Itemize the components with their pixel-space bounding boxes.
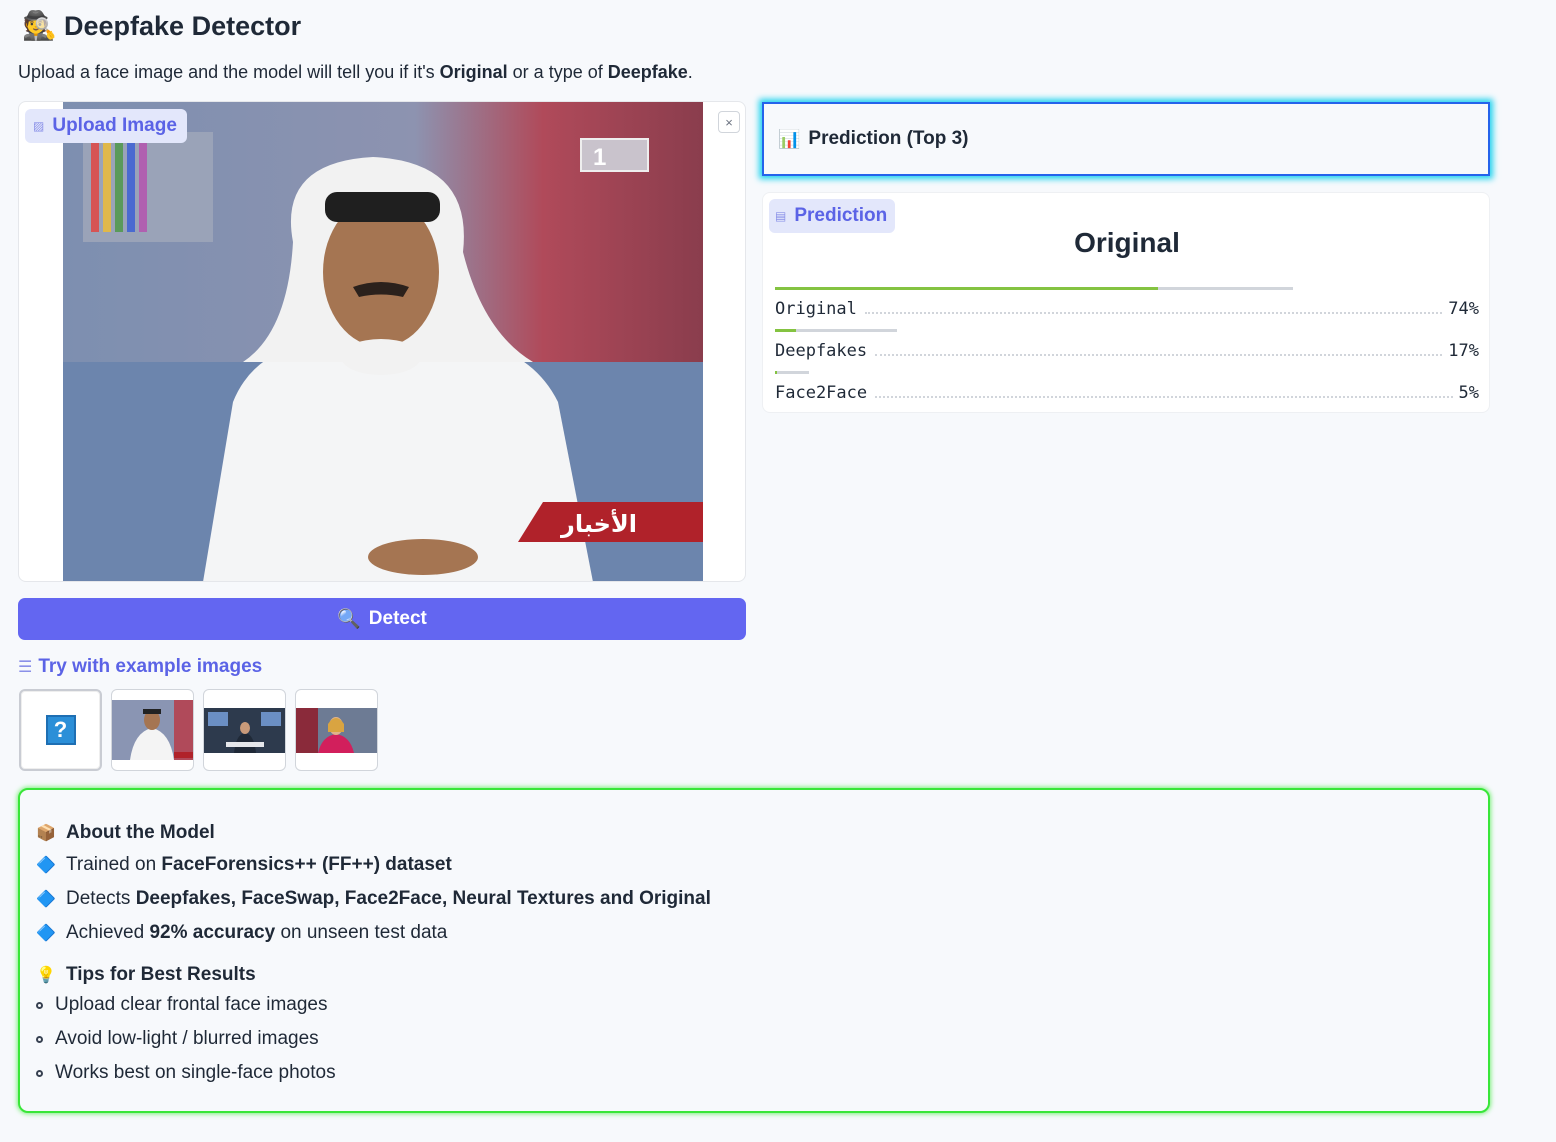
tip-item: Avoid low-light / blurred images [36, 1028, 319, 1050]
examples-label: ☰ Try with example images [18, 656, 263, 677]
page-header: 🕵️ Deepfake Detector [22, 8, 301, 44]
image-upload-panel[interactable]: 1 الأخبار ▨ Upload Image × [18, 101, 746, 582]
about-item: 🔷 Trained on FaceForensics++ (FF++) data… [36, 854, 452, 875]
upload-image-label: ▨ Upload Image [25, 109, 187, 143]
prediction-panel: ▤ Prediction Original Original 74% Deepf… [762, 192, 1490, 413]
confidence-bar-deepfakes [775, 329, 897, 332]
lightbulb-icon: 💡 [36, 967, 56, 984]
confidence-fill [775, 329, 796, 332]
confidence-bar-original [775, 287, 1293, 290]
confidence-fill [775, 371, 777, 374]
example-image-anchor [112, 700, 193, 760]
page-subtitle: Upload a face image and the model will t… [18, 62, 693, 82]
about-model-panel: 📦 About the Model 🔷 Trained on FaceForen… [18, 788, 1490, 1113]
question-icon: ? [45, 715, 76, 745]
detect-button[interactable]: 🔍 Detect [18, 598, 746, 640]
prediction-header: 📊 Prediction (Top 3) [762, 102, 1490, 176]
tips-heading: 💡 Tips for Best Results [36, 964, 256, 985]
label-icon: ▤ [775, 209, 787, 223]
example-thumb-3[interactable] [295, 689, 378, 771]
detective-icon: 🕵️ [22, 10, 57, 41]
confidence-bar-face2face [775, 371, 809, 374]
diamond-icon: 🔷 [36, 925, 56, 942]
result-row: Face2Face 5% [775, 383, 1479, 403]
top-prediction: Original [1074, 227, 1180, 258]
uploaded-image-graphic: 1 الأخبار [63, 102, 703, 581]
tip-item: Works best on single-face photos [36, 1062, 336, 1084]
confidence-fill [775, 287, 1159, 290]
bullet-icon [36, 1001, 43, 1009]
example-image-studio [204, 707, 285, 753]
page-title: Deepfake Detector [64, 11, 302, 41]
example-thumb-2[interactable] [203, 689, 286, 771]
result-row: Original 74% [775, 299, 1479, 319]
channel-logo: 1 [593, 144, 606, 171]
example-thumb-1[interactable] [111, 689, 194, 771]
diamond-icon: 🔷 [36, 891, 56, 908]
about-item: 🔷 Achieved 92% accuracy on unseen test d… [36, 922, 448, 943]
package-icon: 📦 [36, 825, 56, 842]
example-thumb-placeholder[interactable]: ? [19, 689, 102, 771]
about-item: 🔷 Detects Deepfakes, FaceSwap, Face2Face… [36, 888, 711, 909]
uploaded-image: 1 الأخبار [63, 102, 703, 581]
bullet-icon [36, 1035, 43, 1043]
example-image-presenter [296, 707, 377, 753]
news-banner-text: الأخبار [560, 509, 637, 538]
image-icon: ▨ [33, 119, 45, 133]
about-heading: 📦 About the Model [36, 822, 215, 843]
list-icon: ☰ [18, 659, 33, 676]
magnifier-icon: 🔍 [337, 609, 361, 630]
bullet-icon [36, 1069, 43, 1077]
bar-chart-icon: 📊 [778, 128, 801, 149]
tip-item: Upload clear frontal face images [36, 994, 327, 1016]
diamond-icon: 🔷 [36, 857, 56, 874]
result-row: Deepfakes 17% [775, 341, 1479, 361]
clear-image-button[interactable]: × [718, 111, 740, 133]
